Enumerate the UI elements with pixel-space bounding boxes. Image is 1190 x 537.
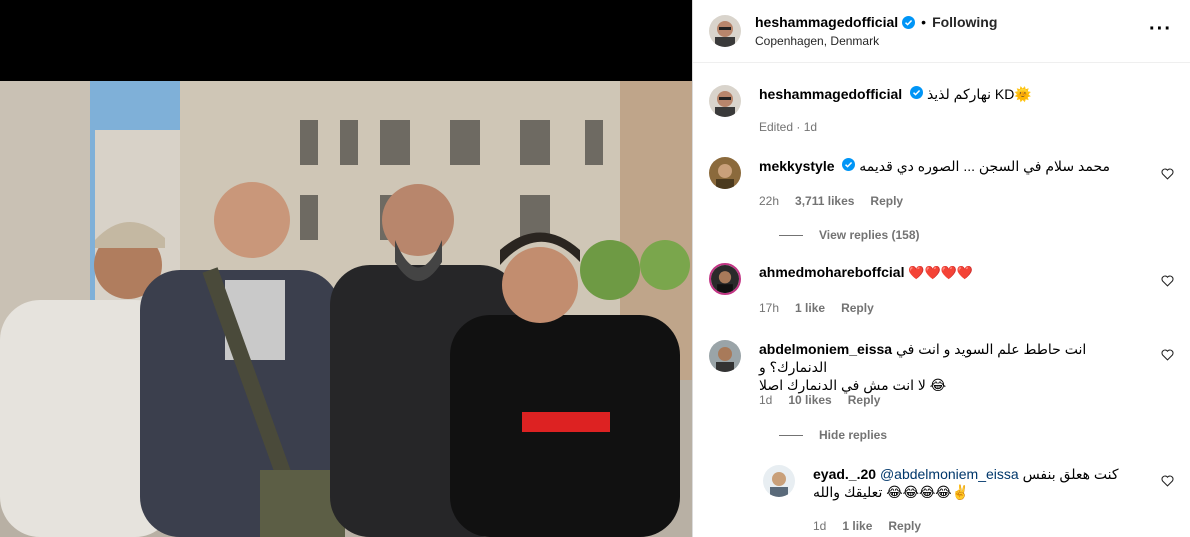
- comment-text: محمد سلام في السجن ... الصوره دي قديمه: [859, 158, 1110, 174]
- separator-dot: •: [921, 14, 927, 30]
- post-image: [0, 0, 692, 537]
- reply-text-line1: كنت هعلق بنفس: [1022, 466, 1119, 482]
- avatar[interactable]: [709, 263, 741, 295]
- reply-time[interactable]: 1d: [813, 519, 826, 533]
- edited-label: Edited: [759, 120, 794, 134]
- hide-replies-toggle[interactable]: Hide replies: [779, 428, 887, 442]
- comment-likes[interactable]: 10 likes: [788, 393, 831, 407]
- verified-badge-icon: [842, 158, 856, 171]
- avatar[interactable]: [763, 465, 795, 497]
- avatar[interactable]: [709, 15, 741, 47]
- avatar[interactable]: [709, 340, 741, 372]
- comment-username[interactable]: mekkystyle: [759, 158, 835, 174]
- like-heart-icon[interactable]: [1161, 275, 1174, 287]
- reply-item: eyad._.20 @abdelmoniem_eissa كنت هعلق بن…: [763, 465, 1174, 537]
- caption-time[interactable]: 1d: [804, 120, 817, 134]
- comment-likes[interactable]: 1 like: [795, 301, 825, 315]
- post-header: heshammagedofficial • Following Copenhag…: [693, 0, 1190, 63]
- like-heart-icon[interactable]: [1161, 349, 1174, 361]
- comment-time[interactable]: 1d: [759, 393, 772, 407]
- comment-item: mekkystyle محمد سلام في السجن ... الصوره…: [709, 157, 1174, 242]
- comment-likes[interactable]: 3,711 likes: [795, 194, 854, 208]
- avatar[interactable]: [709, 157, 741, 189]
- view-replies-label[interactable]: View replies (158): [819, 228, 920, 242]
- comment-username[interactable]: ahmedmohareboffcial: [759, 264, 904, 280]
- reply-button[interactable]: Reply: [841, 301, 874, 315]
- divider-line: [779, 234, 803, 236]
- reply-button[interactable]: Reply: [848, 393, 881, 407]
- hide-replies-label[interactable]: Hide replies: [819, 428, 887, 442]
- view-replies-toggle[interactable]: View replies (158): [779, 228, 920, 242]
- comment-item: abdelmoniem_eissa انت حاطط علم السويد و …: [709, 340, 1174, 442]
- more-options-icon[interactable]: ···: [1149, 18, 1172, 41]
- following-button[interactable]: Following: [932, 14, 997, 30]
- post-sidebar: heshammagedofficial • Following Copenhag…: [692, 0, 1190, 537]
- reply-mention[interactable]: @abdelmoniem_eissa: [880, 466, 1019, 482]
- comment-time[interactable]: 17h: [759, 301, 779, 315]
- comment-item: ahmedmohareboffcial ❤️❤️❤️❤️ 17h 1 like …: [709, 263, 1174, 323]
- verified-badge-icon: [910, 86, 924, 99]
- divider-line: [779, 434, 803, 436]
- avatar[interactable]: [709, 85, 741, 117]
- comment-time[interactable]: 22h: [759, 194, 779, 208]
- like-heart-icon[interactable]: [1161, 168, 1174, 180]
- like-heart-icon[interactable]: [1161, 475, 1174, 487]
- caption-text: نهاركم لذيذ KD🌞: [926, 86, 1032, 102]
- verified-badge-icon: [902, 15, 916, 29]
- caption-username[interactable]: heshammagedofficial: [759, 86, 902, 102]
- comment-username[interactable]: abdelmoniem_eissa: [759, 341, 892, 357]
- caption-meta: Edited · 1d: [759, 120, 818, 134]
- reply-likes[interactable]: 1 like: [842, 519, 872, 533]
- post-photo: [0, 0, 692, 537]
- post-location[interactable]: Copenhagen, Denmark: [755, 34, 997, 48]
- reply-button[interactable]: Reply: [870, 194, 903, 208]
- reply-username[interactable]: eyad._.20: [813, 466, 876, 482]
- reply-text-line2: تعليقك والله 😂😂😂😂✌️: [813, 484, 970, 500]
- post-author-username[interactable]: heshammagedofficial: [755, 14, 898, 30]
- comment-text: ❤️❤️❤️❤️: [908, 265, 974, 280]
- comment-text-line2: لا انت مش في الدنمارك اصلا 😂: [759, 377, 947, 393]
- post-caption: heshammagedofficial نهاركم لذيذ KD🌞 Edit…: [709, 85, 1174, 140]
- reply-button[interactable]: Reply: [888, 519, 921, 533]
